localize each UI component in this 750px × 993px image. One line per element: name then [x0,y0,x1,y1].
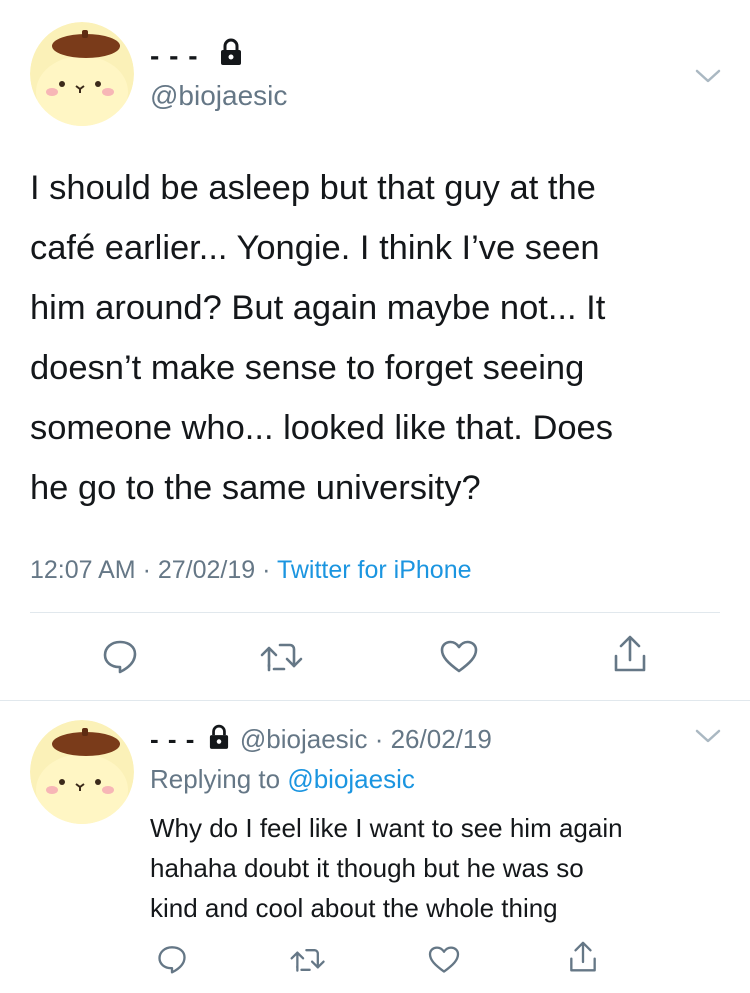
tweet-text-line: café earlier... Yongie. I think I’ve see… [30,229,600,267]
tweet-text-line: someone who... looked like that. Does [30,409,613,447]
replying-prefix: Replying to [150,764,281,794]
share-icon[interactable] [612,634,648,674]
tweet-meta: 12:07 AM · 27/02/19 · Twitter for iPhone [30,556,472,585]
tweet-time: 12:07 AM [30,556,136,584]
avatar[interactable] [30,22,134,126]
reply-author-handle[interactable]: @biojaesic [240,724,368,754]
tweet-source-link[interactable]: Twitter for iPhone [277,556,472,584]
reply-text-line: kind and cool about the whole thing [150,893,558,923]
heart-icon[interactable] [440,640,478,674]
chevron-down-icon[interactable] [694,66,722,86]
tweet-date[interactable]: 27/02/19 [158,556,255,584]
reply-date[interactable]: 26/02/19 [391,724,492,754]
retweet-icon[interactable] [290,946,326,974]
reply-author-name[interactable]: - - - [150,724,195,754]
chevron-down-icon[interactable] [694,726,722,746]
reply-text: Why do I feel like I want to see him aga… [150,808,740,928]
reply-text-line: hahaha doubt it though but he was so [150,853,584,883]
heart-icon[interactable] [428,946,460,974]
lock-icon [220,38,242,71]
tweet-text-line: doesn’t make sense to forget seeing [30,349,585,387]
retweet-icon[interactable] [260,640,304,674]
tweet-text-line: I should be asleep but that guy at the [30,169,596,207]
author-handle[interactable]: @biojaesic [150,80,287,112]
reply-icon[interactable] [157,944,187,974]
reply-text-line: Why do I feel like I want to see him aga… [150,813,623,843]
author-name[interactable]: - - - [150,40,199,72]
share-icon[interactable] [568,940,598,974]
reply-header: - - - @biojaesic · 26/02/19 [150,724,492,757]
divider [0,700,750,701]
meta-separator: · [262,556,271,584]
replying-to: Replying to @biojaesic [150,764,415,795]
tweet-text: I should be asleep but that guy at the c… [30,158,730,518]
divider [30,612,720,613]
tweet-text-line: he go to the same university? [30,469,481,507]
replying-to-link[interactable]: @biojaesic [287,764,415,794]
meta-separator: · [142,556,151,584]
meta-separator: · [374,724,384,754]
reply-icon[interactable] [102,638,138,674]
lock-icon [209,724,229,757]
tweet-text-line: him around? But again maybe not... It [30,289,606,327]
avatar[interactable] [30,720,134,824]
